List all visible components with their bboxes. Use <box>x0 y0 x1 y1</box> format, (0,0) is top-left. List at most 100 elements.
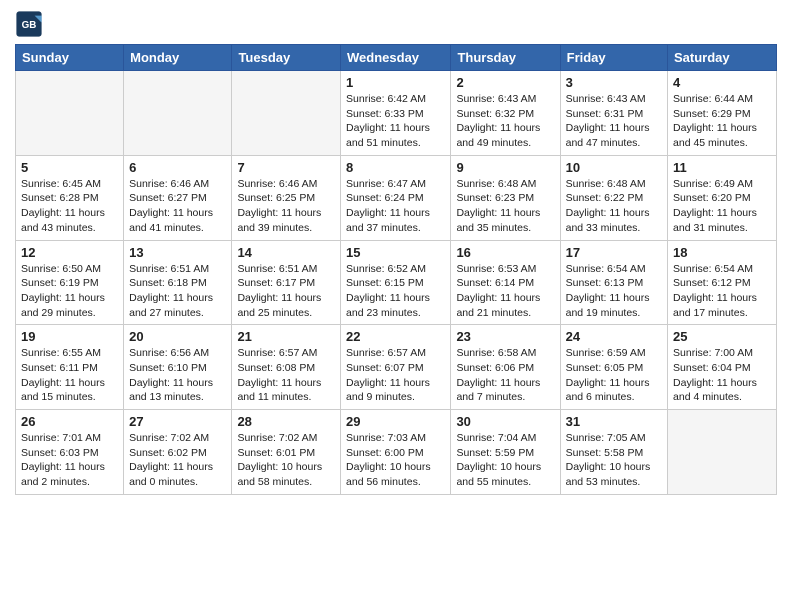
day-header-saturday: Saturday <box>668 45 777 71</box>
calendar-cell: 13Sunrise: 6:51 AMSunset: 6:18 PMDayligh… <box>124 240 232 325</box>
day-info: Sunrise: 6:54 AMSunset: 6:13 PMDaylight:… <box>566 262 662 321</box>
calendar-cell: 31 Sunrise: 7:05 AMSunset: 5:58 PMDayligh… <box>560 410 667 495</box>
calendar-cell: 30Sunrise: 7:04 AMSunset: 5:59 PMDayligh… <box>451 410 560 495</box>
calendar-cell: 2 Sunrise: 6:43 AMSunset: 6:32 PMDaylight… <box>451 71 560 156</box>
calendar-cell <box>232 71 341 156</box>
day-number: 1 <box>346 75 445 90</box>
day-number: 19 <box>21 329 118 344</box>
calendar-cell: 23 Sunrise: 6:58 AMSunset: 6:06 PMDayligh… <box>451 325 560 410</box>
calendar-cell: 14Sunrise: 6:51 AMSunset: 6:17 PMDayligh… <box>232 240 341 325</box>
day-info: Sunrise: 7:05 AMSunset: 5:58 PMDaylight:… <box>566 431 662 490</box>
day-header-thursday: Thursday <box>451 45 560 71</box>
day-info: Sunrise: 6:42 AMSunset: 6:33 PMDaylight:… <box>346 92 445 151</box>
day-number: 24 <box>566 329 662 344</box>
day-number: 3 <box>566 75 662 90</box>
day-header-tuesday: Tuesday <box>232 45 341 71</box>
day-info: Sunrise: 6:49 AMSunset: 6:20 PMDaylight:… <box>673 177 771 236</box>
calendar-week-3: 12 Sunrise: 6:50 AMSunset: 6:19 PMDayligh… <box>16 240 777 325</box>
day-info: Sunrise: 6:50 AMSunset: 6:19 PMDaylight:… <box>21 262 118 321</box>
calendar-header-row: SundayMondayTuesdayWednesdayThursdayFrid… <box>16 45 777 71</box>
logo: GB <box>15 10 47 38</box>
day-number: 2 <box>456 75 554 90</box>
calendar-cell: 1 Sunrise: 6:42 AMSunset: 6:33 PMDaylight… <box>341 71 451 156</box>
day-number: 22 <box>346 329 445 344</box>
logo-icon: GB <box>15 10 43 38</box>
calendar-cell: 8 Sunrise: 6:47 AMSunset: 6:24 PMDaylight… <box>341 155 451 240</box>
day-number: 27 <box>129 414 226 429</box>
calendar-cell: 6 Sunrise: 6:46 AMSunset: 6:27 PMDaylight… <box>124 155 232 240</box>
calendar-cell: 3 Sunrise: 6:43 AMSunset: 6:31 PMDaylight… <box>560 71 667 156</box>
calendar-cell: 17 Sunrise: 6:54 AMSunset: 6:13 PMDayligh… <box>560 240 667 325</box>
calendar-cell: 28 Sunrise: 7:02 AMSunset: 6:01 PMDayligh… <box>232 410 341 495</box>
day-info: Sunrise: 6:51 AMSunset: 6:17 PMDaylight:… <box>237 262 335 321</box>
day-header-wednesday: Wednesday <box>341 45 451 71</box>
calendar-cell: 12 Sunrise: 6:50 AMSunset: 6:19 PMDayligh… <box>16 240 124 325</box>
calendar-week-2: 5Sunrise: 6:45 AMSunset: 6:28 PMDaylight… <box>16 155 777 240</box>
day-info: Sunrise: 7:01 AMSunset: 6:03 PMDaylight:… <box>21 431 118 490</box>
calendar-cell: 15 Sunrise: 6:52 AMSunset: 6:15 PMDayligh… <box>341 240 451 325</box>
calendar-cell: 7 Sunrise: 6:46 AMSunset: 6:25 PMDaylight… <box>232 155 341 240</box>
day-number: 17 <box>566 245 662 260</box>
day-info: Sunrise: 6:47 AMSunset: 6:24 PMDaylight:… <box>346 177 445 236</box>
calendar-cell: 22 Sunrise: 6:57 AMSunset: 6:07 PMDayligh… <box>341 325 451 410</box>
calendar-cell: 16 Sunrise: 6:53 AMSunset: 6:14 PMDayligh… <box>451 240 560 325</box>
calendar-cell: 25 Sunrise: 7:00 AMSunset: 6:04 PMDayligh… <box>668 325 777 410</box>
day-number: 7 <box>237 160 335 175</box>
calendar-cell: 20 Sunrise: 6:56 AMSunset: 6:10 PMDayligh… <box>124 325 232 410</box>
day-number: 5 <box>21 160 118 175</box>
day-info: Sunrise: 6:44 AMSunset: 6:29 PMDaylight:… <box>673 92 771 151</box>
day-info: Sunrise: 6:53 AMSunset: 6:14 PMDaylight:… <box>456 262 554 321</box>
day-info: Sunrise: 6:57 AMSunset: 6:07 PMDaylight:… <box>346 346 445 405</box>
day-number: 18 <box>673 245 771 260</box>
day-header-sunday: Sunday <box>16 45 124 71</box>
day-number: 15 <box>346 245 445 260</box>
calendar-cell: 18 Sunrise: 6:54 AMSunset: 6:12 PMDayligh… <box>668 240 777 325</box>
day-info: Sunrise: 6:46 AMSunset: 6:27 PMDaylight:… <box>129 177 226 236</box>
day-info: Sunrise: 6:52 AMSunset: 6:15 PMDaylight:… <box>346 262 445 321</box>
calendar-cell: 29 Sunrise: 7:03 AMSunset: 6:00 PMDayligh… <box>341 410 451 495</box>
day-number: 16 <box>456 245 554 260</box>
day-number: 6 <box>129 160 226 175</box>
day-info: Sunrise: 7:00 AMSunset: 6:04 PMDaylight:… <box>673 346 771 405</box>
day-number: 13 <box>129 245 226 260</box>
day-number: 25 <box>673 329 771 344</box>
calendar-cell <box>668 410 777 495</box>
day-number: 26 <box>21 414 118 429</box>
day-number: 20 <box>129 329 226 344</box>
calendar-week-4: 19Sunrise: 6:55 AMSunset: 6:11 PMDayligh… <box>16 325 777 410</box>
day-info: Sunrise: 6:58 AMSunset: 6:06 PMDaylight:… <box>456 346 554 405</box>
calendar-cell: 19Sunrise: 6:55 AMSunset: 6:11 PMDayligh… <box>16 325 124 410</box>
day-number: 12 <box>21 245 118 260</box>
calendar-cell: 27Sunrise: 7:02 AMSunset: 6:02 PMDayligh… <box>124 410 232 495</box>
calendar-cell: 10 Sunrise: 6:48 AMSunset: 6:22 PMDayligh… <box>560 155 667 240</box>
day-info: Sunrise: 6:43 AMSunset: 6:31 PMDaylight:… <box>566 92 662 151</box>
page-header: GB <box>15 10 777 38</box>
day-number: 28 <box>237 414 335 429</box>
day-info: Sunrise: 6:57 AMSunset: 6:08 PMDaylight:… <box>237 346 335 405</box>
calendar-week-5: 26 Sunrise: 7:01 AMSunset: 6:03 PMDayligh… <box>16 410 777 495</box>
day-info: Sunrise: 6:43 AMSunset: 6:32 PMDaylight:… <box>456 92 554 151</box>
day-number: 31 <box>566 414 662 429</box>
calendar-table: SundayMondayTuesdayWednesdayThursdayFrid… <box>15 44 777 495</box>
calendar-cell: 4Sunrise: 6:44 AMSunset: 6:29 PMDaylight… <box>668 71 777 156</box>
svg-text:GB: GB <box>22 20 37 31</box>
calendar-cell: 26 Sunrise: 7:01 AMSunset: 6:03 PMDayligh… <box>16 410 124 495</box>
day-info: Sunrise: 7:02 AMSunset: 6:01 PMDaylight:… <box>237 431 335 490</box>
day-number: 8 <box>346 160 445 175</box>
day-info: Sunrise: 7:03 AMSunset: 6:00 PMDaylight:… <box>346 431 445 490</box>
day-info: Sunrise: 6:46 AMSunset: 6:25 PMDaylight:… <box>237 177 335 236</box>
day-number: 9 <box>456 160 554 175</box>
day-number: 21 <box>237 329 335 344</box>
day-info: Sunrise: 6:54 AMSunset: 6:12 PMDaylight:… <box>673 262 771 321</box>
calendar-cell: 9 Sunrise: 6:48 AMSunset: 6:23 PMDaylight… <box>451 155 560 240</box>
day-number: 23 <box>456 329 554 344</box>
day-info: Sunrise: 6:48 AMSunset: 6:23 PMDaylight:… <box>456 177 554 236</box>
day-info: Sunrise: 6:56 AMSunset: 6:10 PMDaylight:… <box>129 346 226 405</box>
calendar-cell: 21 Sunrise: 6:57 AMSunset: 6:08 PMDayligh… <box>232 325 341 410</box>
day-number: 11 <box>673 160 771 175</box>
day-info: Sunrise: 6:48 AMSunset: 6:22 PMDaylight:… <box>566 177 662 236</box>
day-number: 10 <box>566 160 662 175</box>
day-header-friday: Friday <box>560 45 667 71</box>
day-number: 29 <box>346 414 445 429</box>
calendar-cell: 5Sunrise: 6:45 AMSunset: 6:28 PMDaylight… <box>16 155 124 240</box>
